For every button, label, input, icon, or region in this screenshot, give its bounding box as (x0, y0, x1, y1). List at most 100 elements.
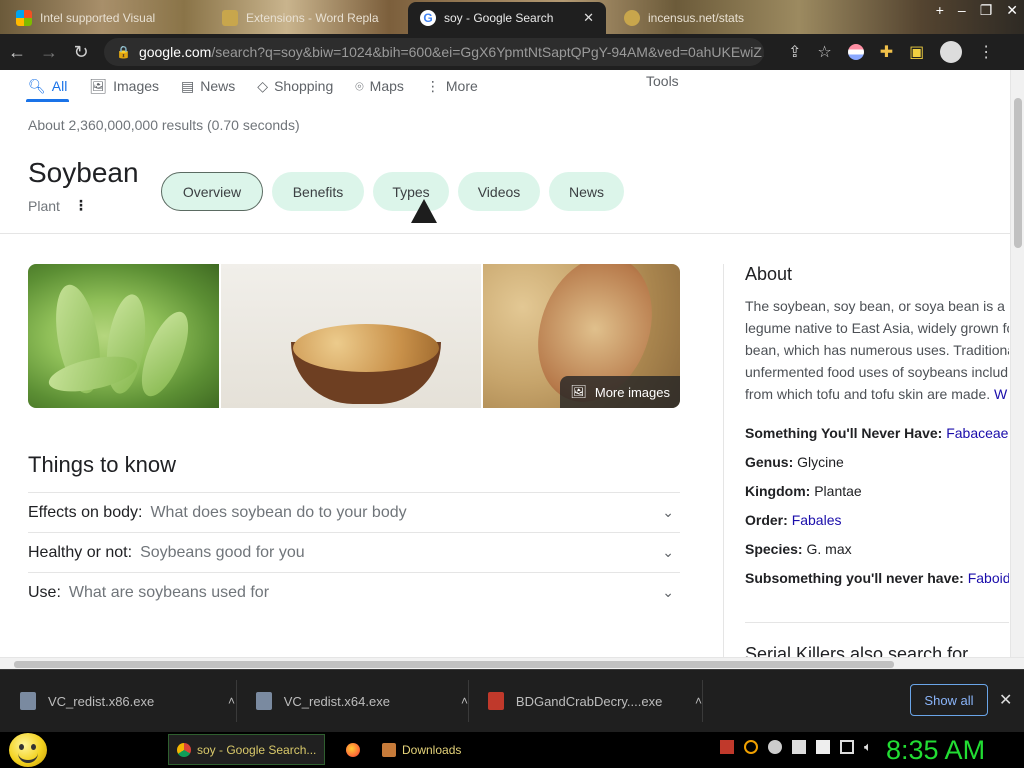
fact-row: Something You'll Never Have: Fabaceae (745, 419, 1009, 448)
more-images-label: More images (594, 384, 670, 400)
extension-flag-icon[interactable] (847, 44, 864, 60)
tab-label: All (51, 78, 68, 94)
google-g-icon: G (420, 10, 436, 26)
about-panel: About The soybean, soy bean, or soya bea… (745, 264, 1009, 593)
app-tray-icon[interactable] (720, 740, 734, 754)
browser-tab-active[interactable]: G soy - Google Search ✕ (408, 2, 606, 34)
fact-label: Kingdom: (745, 483, 811, 499)
fact-value-link[interactable]: Faboidea (968, 570, 1009, 586)
forward-arrow-icon[interactable]: → (40, 42, 58, 63)
browser-tab[interactable]: Extensions - Word Repla (210, 2, 406, 34)
more-options-icon[interactable]: ⋮ (74, 197, 88, 214)
about-divider (745, 622, 1009, 623)
browser-tab[interactable]: incensus.net/stats (612, 2, 808, 34)
entity-title: Soybean (28, 157, 139, 188)
tab-more[interactable]: ⋮ More (426, 70, 478, 102)
about-desc-line: The soybean, soy bean, or soya bean is a… (745, 298, 1009, 314)
chevron-down-icon[interactable]: ⌄ (662, 584, 680, 601)
display-tray-icon[interactable] (840, 740, 854, 754)
close-tab-icon[interactable]: ✕ (583, 10, 594, 26)
reload-icon[interactable]: ↻ (72, 42, 90, 63)
taskbar-item-downloads[interactable]: Downloads (374, 734, 530, 765)
back-arrow-icon[interactable]: ← (8, 42, 26, 63)
chip-videos[interactable]: Videos (458, 172, 540, 211)
lock-icon[interactable]: 🔒 (116, 45, 131, 59)
soybeans-spoon-image[interactable]: 🖼︎ More images (482, 264, 680, 408)
bookmark-star-icon[interactable]: ☆ (817, 42, 831, 62)
tab-title: Intel supported Visual (40, 11, 156, 25)
windows-logo-icon (16, 10, 32, 26)
fact-value-link[interactable]: Fabales (792, 512, 842, 528)
flag-tray-icon[interactable] (816, 740, 830, 754)
faq-row[interactable]: Effects on body: What does soybean do to… (28, 492, 680, 532)
chevron-down-icon[interactable]: ⌄ (662, 544, 680, 561)
tab-shopping[interactable]: ◇ Shopping (257, 70, 333, 102)
fact-row: Species: G. max (745, 535, 1009, 564)
chip-benefits[interactable]: Benefits (272, 172, 364, 211)
fact-row: Subsomething you'll never have: Faboidea (745, 564, 1009, 593)
faq-row[interactable]: Healthy or not: Soybeans good for you ⌄ (28, 532, 680, 572)
mouse-cursor-icon (411, 199, 437, 223)
site-icon (624, 10, 640, 26)
status-tray-icon[interactable] (768, 740, 782, 754)
chip-news[interactable]: News (549, 172, 624, 211)
network-tray-icon[interactable] (792, 740, 806, 754)
more-images-button[interactable]: 🖼︎ More images (560, 376, 680, 408)
share-icon[interactable]: ⇪ (788, 42, 801, 62)
profile-avatar-icon[interactable] (940, 41, 963, 63)
tab-all[interactable]: 🔍︎ All (25, 70, 70, 102)
address-bar[interactable]: 🔒 google.com/search?q=soy&biw=1024&bih=6… (104, 38, 764, 66)
chevron-up-icon[interactable]: ˄ (228, 694, 235, 708)
url-path: /search?q=soy&biw=1024&bih=600&ei=GgX6Yp… (211, 44, 764, 60)
browser-tab-strip: Intel supported Visual Extensions - Word… (0, 0, 1024, 34)
image-strip[interactable]: 🖼︎ More images (28, 264, 680, 408)
download-item[interactable]: VC_redist.x86.exe ˄ (0, 680, 236, 722)
wikipedia-link[interactable]: W (994, 386, 1007, 402)
sidebar-icon[interactable]: ▣ (909, 42, 924, 62)
download-item[interactable]: BDGandCrabDecry....exe ˄ (468, 680, 702, 722)
close-window-icon[interactable]: ✕ (1006, 2, 1018, 19)
chevron-down-icon[interactable]: ⌄ (662, 504, 680, 521)
image-icon: 🖼︎ (89, 77, 108, 94)
tab-maps[interactable]: ⌾ Maps (355, 70, 404, 102)
fact-value: G. max (806, 541, 852, 557)
browser-tab[interactable]: Intel supported Visual (4, 2, 204, 34)
fact-value-link[interactable]: Fabaceae (946, 425, 1008, 441)
faq-question: What are soybeans used for (68, 583, 270, 601)
soybeans-bowl-image[interactable] (221, 264, 481, 408)
download-separator (702, 680, 703, 722)
chevron-up-icon[interactable]: ˄ (695, 694, 702, 708)
tab-images[interactable]: 🖼︎ Images (89, 70, 159, 102)
scrollbar-thumb[interactable] (1014, 98, 1022, 248)
tools-button[interactable]: Tools (646, 73, 679, 89)
faq-question: Soybeans good for you (140, 543, 305, 561)
tab-news[interactable]: ▤ News (181, 70, 235, 102)
menu-kebab-icon[interactable]: ⋮ (978, 42, 994, 62)
taskbar-item-chrome[interactable]: soy - Google Search... (168, 734, 325, 765)
restore-icon[interactable]: ❐ (980, 2, 993, 19)
volume-icon[interactable]: 🔈︎ (864, 740, 878, 754)
chip-overview[interactable]: Overview (161, 172, 263, 211)
faq-row[interactable]: Use: What are soybeans used for ⌄ (28, 572, 680, 612)
taskbar-item-label: Downloads (402, 742, 462, 757)
search-tray-icon[interactable] (744, 740, 758, 754)
new-tab-icon[interactable]: + (936, 2, 944, 19)
show-all-button[interactable]: Show all (910, 684, 988, 716)
download-item[interactable]: VC_redist.x64.exe ˄ (236, 680, 468, 722)
taskbar-item-firefox[interactable] (338, 734, 366, 765)
smiley-start-icon[interactable] (9, 733, 47, 767)
minimize-icon[interactable]: – (958, 2, 966, 19)
soybean-pods-image[interactable] (28, 264, 220, 408)
vertical-scrollbar[interactable] (1010, 70, 1024, 657)
executable-file-icon (488, 692, 504, 710)
puzzle-extensions-icon[interactable]: ✚ (880, 42, 893, 62)
search-results-page: 🔍︎ All 🖼︎ Images ▤ News ◇ Shopping ⌾ Map… (0, 70, 1024, 657)
close-icon[interactable]: ✕ (999, 690, 1012, 710)
things-to-know-title: Things to know (28, 452, 176, 477)
chevron-up-icon[interactable]: ˄ (461, 694, 468, 708)
horizontal-scrollbar[interactable] (0, 657, 1024, 669)
taskbar-clock[interactable]: 8:35 AM (886, 732, 985, 768)
more-vert-icon: ⋮ (425, 77, 440, 94)
scrollbar-thumb[interactable] (14, 661, 894, 668)
search-tabs: 🔍︎ All 🖼︎ Images ▤ News ◇ Shopping ⌾ Map… (25, 70, 478, 102)
